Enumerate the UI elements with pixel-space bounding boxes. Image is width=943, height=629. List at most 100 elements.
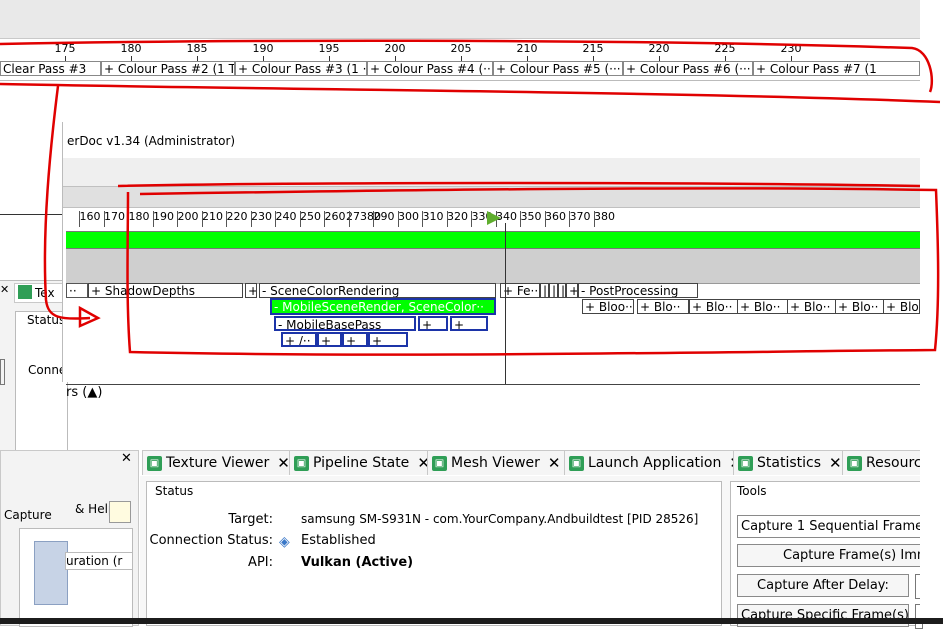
timeline-pass-block[interactable]: + Blo: [883, 299, 920, 314]
top-pass-block[interactable]: Clear Pass #3: [0, 61, 101, 76]
duration-header[interactable]: uration (r: [65, 552, 133, 570]
top-timeline[interactable]: 175 180 185 190 195 200 205 210 215 220 225 230 Cle…: [0, 40, 920, 80]
event-timeline[interactable]: 160 170 180 190 200 210 220 230 240 250 260 27380 29…: [66, 205, 920, 385]
capture-after-delay-button[interactable]: Capture After Delay:: [737, 574, 909, 597]
timeline-pass-block[interactable]: |: [540, 283, 549, 298]
capture-count-field[interactable]: Capture 1 Sequential Frame(s: [737, 515, 921, 538]
timeline-tick-mark: [177, 211, 178, 227]
lower-left-close-button[interactable]: ✕: [121, 451, 132, 466]
timeline-tick-mark: [103, 211, 105, 227]
top-pass-block[interactable]: + Colour Pass #3 (1 ···: [235, 61, 367, 76]
window-titlebar[interactable]: erDoc v1.34 (Administrator): [63, 122, 921, 159]
timeline-pass-block[interactable]: + Blo··: [637, 299, 689, 314]
timeline-pass-block[interactable]: + Bloo··: [582, 299, 634, 314]
timeline-tick-label: 220: [226, 210, 248, 223]
timeline-pass-block[interactable]: +: [317, 332, 342, 347]
timeline-tick-label: 360: [545, 210, 566, 223]
tab-statistics[interactable]: ▣ Statistics ✕: [733, 450, 847, 475]
status-group: Status Target: samsung SM-S931N - com.Yo…: [146, 481, 722, 626]
timeline-pass-block[interactable]: +: [450, 316, 488, 331]
top-pass-block[interactable]: + Colour Pass #2 (1 Tar··: [101, 61, 235, 76]
left-input-stub[interactable]: [0, 359, 5, 385]
timeline-pass-block[interactable]: +: [566, 283, 578, 298]
close-icon[interactable]: ✕: [277, 454, 290, 472]
timeline-pass-block[interactable]: + Blo··: [835, 299, 887, 314]
top-pass-block[interactable]: + Colour Pass #7 (1: [753, 61, 920, 76]
timeline-current-marker-icon[interactable]: [487, 211, 501, 225]
tab-label: Launch Application: [588, 455, 722, 471]
timeline-tick-label: 260: [324, 210, 346, 223]
left-close-button[interactable]: ✕: [0, 283, 10, 299]
status-title: Status: [155, 484, 194, 498]
timeline-pass-block[interactable]: + Blo··: [737, 299, 789, 314]
bottom-frame: [0, 618, 943, 624]
timeline-pass-block[interactable]: |: [549, 283, 558, 298]
top-pass-block[interactable]: + Colour Pass #4 (···: [367, 61, 493, 76]
timeline-pass-block[interactable]: ··: [66, 283, 88, 298]
tools-group: Tools Capture 1 Sequential Frame(s Captu…: [730, 481, 923, 629]
tab-label: Statistics: [757, 455, 821, 471]
status-area: Status Target: samsung SM-S931N - com.Yo…: [140, 476, 923, 629]
close-icon[interactable]: ✕: [548, 454, 561, 472]
timeline-tick-label: 190: [153, 210, 174, 223]
timeline-pass-block[interactable]: - MobileBasePass: [274, 316, 416, 331]
close-icon[interactable]: ✕: [829, 454, 842, 472]
left-status-group: [15, 311, 68, 453]
window-menubar: [63, 158, 921, 186]
timeline-tick-mark: [79, 211, 80, 227]
top-tick-label: 185: [186, 42, 208, 55]
timeline-pass-block[interactable]: +: [368, 332, 408, 347]
tab-pipeline-state[interactable]: ▣ Pipeline State ✕: [289, 450, 435, 475]
timeline-pass-block[interactable]: +: [418, 316, 448, 331]
capture-immediately-button[interactable]: Capture Frame(s) Imm: [737, 544, 921, 567]
tab-launch-application[interactable]: ▣Launch Application✕: [564, 450, 747, 475]
timeline-pass-block[interactable]: + Fe··: [500, 283, 540, 298]
timeline-pass-block[interactable]: + Blo··: [689, 299, 741, 314]
left-status-label: Status: [27, 313, 66, 327]
timeline-tick-mark: [593, 211, 595, 227]
tab-icon: ▣: [847, 455, 862, 471]
connection-value: Established: [301, 533, 376, 548]
top-tick-label: 230: [780, 42, 802, 55]
background-window-titlebar: [0, 0, 920, 39]
timeline-pass-block[interactable]: +: [342, 332, 368, 347]
timeline-tick-mark: [422, 211, 423, 227]
timeline-pass-block[interactable]: - SceneColorRendering: [259, 283, 496, 298]
timeline-pass-block[interactable]: + ShadowDepths: [88, 283, 243, 298]
timeline-pass-block[interactable]: + /··: [281, 332, 317, 347]
timeline-tick-mark: [569, 211, 570, 227]
timeline-tick-label: 250: [300, 210, 321, 223]
timeline-pass-block[interactable]: +: [245, 283, 257, 298]
connection-icon: ◈: [279, 534, 290, 550]
timeline-pass-block[interactable]: + Blo··: [787, 299, 839, 314]
thumbnail-image[interactable]: [34, 541, 68, 605]
timeline-tick-label: 370: [569, 210, 591, 223]
timeline-pass-block[interactable]: |: [558, 283, 566, 298]
left-conn-label: Conne: [28, 363, 67, 377]
left-tab-label: Tex: [35, 286, 55, 300]
tab-texture-viewer[interactable]: ▣ Texture Viewer ✕: [142, 450, 295, 475]
top-tick-label: 180: [120, 42, 142, 55]
timeline-tick-label: 200: [177, 210, 199, 223]
timeline-rows: ··+ ShadowDepths+- SceneColorRendering+ …: [66, 283, 920, 353]
timeline-tick-label: 380: [594, 210, 615, 223]
top-pass-block[interactable]: + Colour Pass #5 (···: [493, 61, 623, 76]
top-tick-label: 190: [252, 42, 274, 55]
timeline-bottom-separator: [66, 384, 920, 385]
left-panel: ✕ Tex Status Conne: [0, 280, 70, 453]
sort-label[interactable]: rs (▲): [66, 385, 102, 400]
timeline-tick-mark: [324, 211, 325, 227]
edit-icon[interactable]: [109, 501, 131, 523]
tab-label: Pipeline State: [313, 455, 410, 471]
timeline-pass-highlight[interactable]: - MobileSceneRender, SceneColor··: [270, 298, 496, 315]
timeline-pass-block[interactable]: - PostProcessing: [578, 283, 698, 298]
timeline-tick-label: 230: [251, 210, 272, 223]
api-value: Vulkan (Active): [301, 555, 414, 570]
top-tick-label: 220: [648, 42, 670, 55]
top-pass-block[interactable]: + Colour Pass #6 (···: [623, 61, 753, 76]
timeline-current-line: [505, 223, 506, 385]
tab-mesh-viewer[interactable]: ▣ Mesh Viewer ✕: [427, 450, 566, 475]
texture-icon: [18, 285, 32, 299]
timeline-tick-mark: [201, 211, 203, 227]
top-tick-label: 175: [54, 42, 76, 55]
